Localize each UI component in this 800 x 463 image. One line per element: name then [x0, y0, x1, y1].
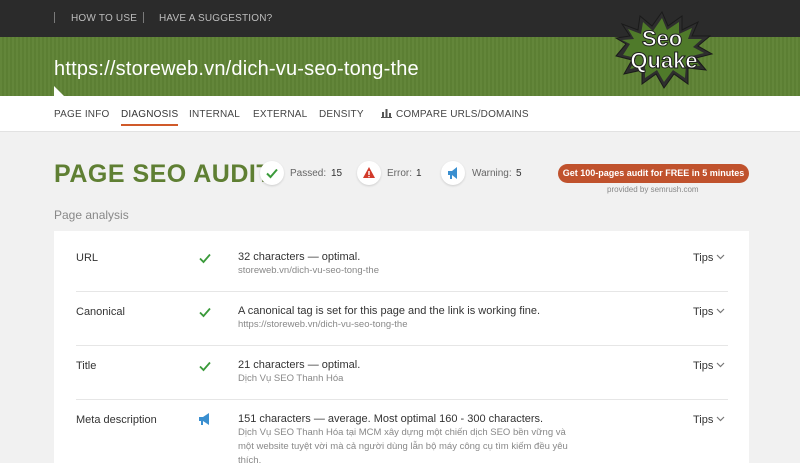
row-name: Canonical [76, 306, 125, 318]
chevron-down-icon [716, 254, 725, 260]
tips-label: Tips [693, 306, 714, 318]
check-icon [199, 253, 211, 264]
row-result: A canonical tag is set for this page and… [238, 305, 541, 317]
chevron-down-icon [716, 416, 725, 422]
tab-external[interactable]: EXTERNAL [253, 109, 307, 120]
alert-triangle-icon [363, 167, 375, 178]
check-icon [266, 168, 278, 179]
tips-label: Tips [693, 252, 714, 264]
error-count: 1 [416, 168, 422, 179]
tab-page-info[interactable]: PAGE INFO [54, 109, 110, 120]
warning-label: Warning: [472, 168, 512, 179]
analysis-panel: URL 32 characters — optimal. storeweb.vn… [54, 231, 749, 463]
row-name: Meta description [76, 414, 157, 426]
megaphone-icon [448, 167, 457, 179]
row-name: Title [76, 360, 97, 372]
error-label: Error: [387, 168, 412, 179]
tips-label: Tips [693, 360, 714, 372]
divider [143, 12, 144, 23]
table-row: URL 32 characters — optimal. storeweb.vn… [76, 231, 728, 292]
tips-toggle[interactable]: Tips [693, 252, 725, 264]
check-icon [199, 307, 211, 318]
page-url: https://storeweb.vn/dich-vu-seo-tong-the [54, 58, 419, 80]
tab-compare[interactable]: COMPARE URLS/DOMAINS [381, 109, 529, 120]
tips-toggle[interactable]: Tips [693, 306, 725, 318]
tab-density[interactable]: DENSITY [319, 109, 364, 120]
row-detail: Dịch Vụ SEO Thanh Hóa [238, 373, 344, 384]
check-icon [199, 361, 211, 372]
passed-count: 15 [331, 168, 343, 179]
row-result: 32 characters — optimal. [238, 251, 361, 263]
free-audit-button[interactable]: Get 100-pages audit for FREE in 5 minute… [558, 164, 749, 183]
tips-toggle[interactable]: Tips [693, 414, 725, 426]
tips-label: Tips [693, 414, 714, 426]
tips-toggle[interactable]: Tips [693, 360, 725, 372]
divider [54, 12, 55, 23]
passed-stat: Passed: 15 [260, 161, 350, 187]
passed-label: Passed: [290, 168, 327, 179]
bar-chart-icon [381, 109, 392, 118]
error-icon-circle [357, 161, 381, 185]
tab-diagnosis[interactable]: DIAGNOSIS [121, 109, 179, 126]
suggestion-link[interactable]: HAVE A SUGGESTION? [159, 13, 272, 24]
provided-by: provided by semrush.com [607, 185, 699, 194]
row-result: 21 characters — optimal. [238, 359, 361, 371]
table-row: Title 21 characters — optimal. Dịch Vụ S… [76, 346, 728, 400]
tab-bar: PAGE INFO DIAGNOSIS INTERNAL EXTERNAL DE… [0, 96, 800, 132]
pointer-notch [54, 86, 64, 96]
warning-icon-circle [441, 161, 465, 185]
row-result: 151 characters — average. Most optimal 1… [238, 413, 544, 425]
row-detail: Dịch Vụ SEO Thanh Hóa tại MCM xây dựng m… [238, 427, 568, 463]
seoquake-logo: Seo Quake [612, 10, 714, 90]
how-to-use-link[interactable]: HOW TO USE [71, 13, 137, 24]
row-detail: storeweb.vn/dich-vu-seo-tong-the [238, 265, 379, 276]
tab-internal[interactable]: INTERNAL [189, 109, 240, 120]
passed-icon-circle [260, 161, 284, 185]
table-row: Canonical A canonical tag is set for thi… [76, 292, 728, 346]
page-title: PAGE SEO AUDIT [54, 160, 273, 188]
row-name: URL [76, 252, 99, 264]
tab-compare-label: COMPARE URLS/DOMAINS [396, 109, 529, 120]
row-detail: https://storeweb.vn/dich-vu-seo-tong-the [238, 319, 408, 330]
error-stat: Error: 1 [357, 161, 427, 187]
warning-count: 5 [516, 168, 522, 179]
section-title: Page analysis [54, 208, 129, 222]
chevron-down-icon [716, 362, 725, 368]
table-row: Meta description 151 characters — averag… [76, 400, 728, 463]
chevron-down-icon [716, 308, 725, 314]
logo-text-quake: Quake [630, 48, 697, 73]
megaphone-icon [199, 413, 209, 425]
warning-stat: Warning: 5 [441, 161, 531, 187]
